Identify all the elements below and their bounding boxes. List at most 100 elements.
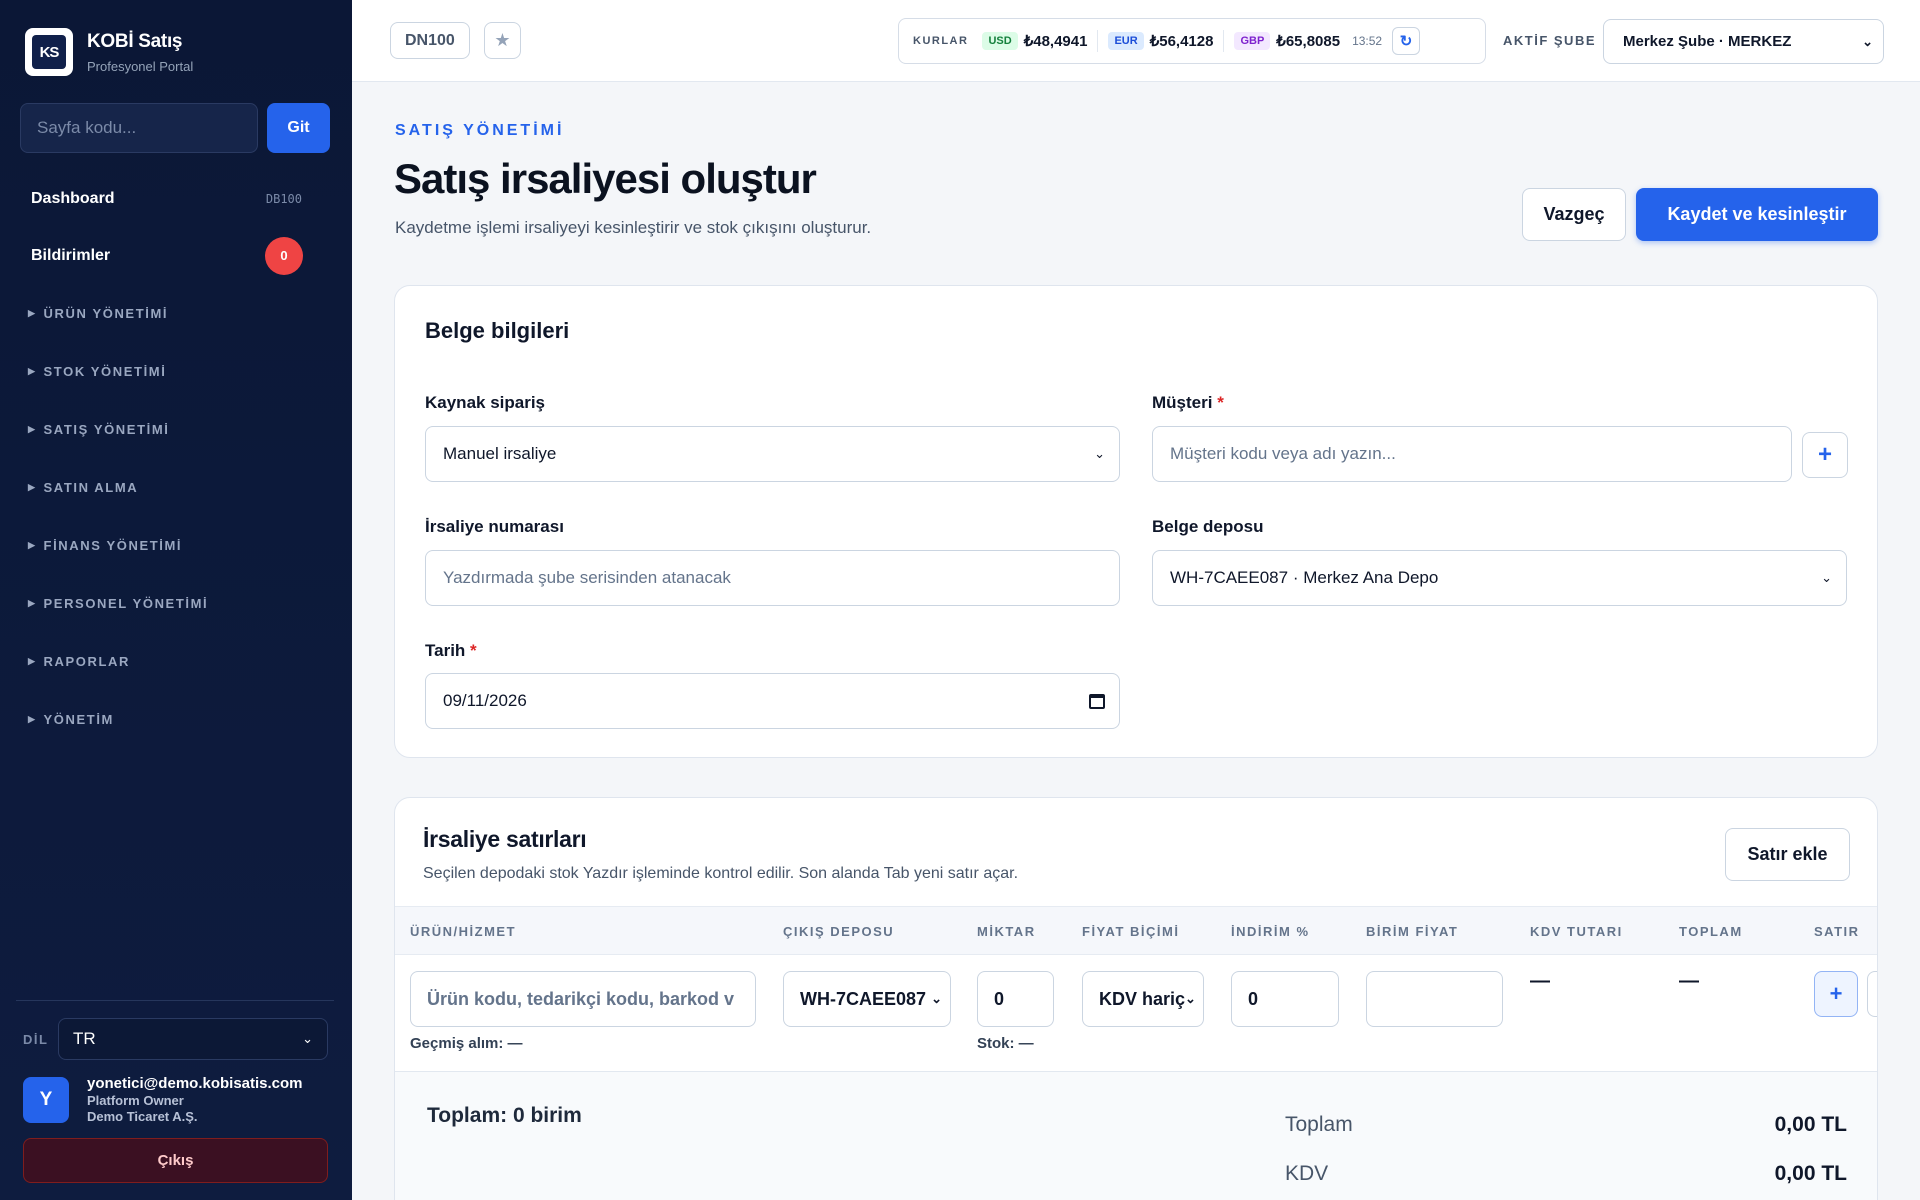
sidebar-section-finance[interactable]: ▶ FİNANS YÖNETİMİ [0,516,352,574]
cancel-button[interactable]: Vazgeç [1522,188,1626,241]
rate-gbp: GBP ₺65,8085 [1234,32,1340,50]
product-placeholder: Ürün kodu, tedarikçi kodu, barkod v [427,988,735,1009]
column-header-unit-price: BİRİM FİYAT [1366,924,1459,939]
total-units: Toplam: 0 birim [427,1104,582,1127]
customer-input[interactable]: Müşteri kodu veya adı yazın... [1152,426,1792,482]
go-button[interactable]: Git [267,103,330,153]
rate-eur: EUR ₺56,4128 [1108,32,1213,50]
favorite-star-icon[interactable]: ★ [484,22,521,59]
currency-tag: USD [982,32,1018,50]
sidebar-section-reports[interactable]: ▶ RAPORLAR [0,632,352,690]
waybill-number-input[interactable]: Yazdırmada şube serisinden atanacak [425,550,1120,606]
sidebar-nav: Dashboard DB100 Bildirimler 0 ▶ ÜRÜN YÖNE… [0,170,352,748]
sidebar-divider [16,1000,334,1001]
page-code-chip[interactable]: DN100 [390,22,470,59]
quantity-input[interactable]: 0 [977,971,1054,1027]
summary-total-label: Toplam [1285,1113,1353,1136]
sidebar-item-notifications[interactable]: Bildirimler 0 [0,227,352,284]
document-warehouse-select[interactable]: WH-7CAEE087 · Merkez Ana Depo ⌄ [1152,550,1847,606]
date-label: Tarih * [425,641,477,660]
exit-warehouse-select[interactable]: WH-7CAEE087 ⌄ [783,971,951,1027]
sidebar-section-purchasing[interactable]: ▶ SATIN ALMA [0,458,352,516]
currency-value: ₺56,4128 [1149,33,1214,50]
sidebar-item-dashboard[interactable]: Dashboard DB100 [0,170,352,227]
sidebar-section-label: SATIN ALMA [43,479,139,495]
price-type-select[interactable]: KDV hariç ⌄ [1082,971,1204,1027]
customer-placeholder: Müşteri kodu veya adı yazın... [1170,444,1396,463]
column-header-price-type: FİYAT BİÇİMİ [1082,924,1180,939]
branch-value: Merkez Şube · MERKEZ [1623,33,1792,50]
language-label: DİL [23,1031,49,1047]
vat-amount: — [1530,970,1550,992]
sidebar-section-label: FİNANS YÖNETİMİ [43,537,183,553]
row-total: — [1679,970,1699,992]
chevron-down-icon: ⌄ [302,1031,313,1046]
chevron-down-icon: ⌄ [931,991,942,1006]
caret-right-icon: ▶ [28,365,37,376]
quantity-value: 0 [994,988,1005,1009]
sidebar: KS KOBİ Satış Profesyonel Portal Git Das… [0,0,352,1200]
brand[interactable]: KS KOBİ Satış Profesyonel Portal [25,28,193,76]
chevron-down-icon: ⌄ [1821,570,1832,585]
summary-vat-value: 0,00 TL [1774,1162,1847,1185]
summary-vat-label: KDV [1285,1162,1329,1185]
page-title: Satış irsaliyesi oluştur [394,155,817,202]
caret-right-icon: ▶ [28,481,37,492]
card-title: Belge bilgileri [425,318,570,343]
stock-hint: Stok: — [977,1035,1034,1052]
sidebar-section-label: RAPORLAR [43,653,130,669]
caret-right-icon: ▶ [28,713,37,724]
column-header-warehouse: ÇIKIŞ DEPOSU [783,924,895,939]
dashboard-code: DB100 [265,191,302,206]
page-code-input[interactable] [20,103,258,153]
document-warehouse-value: WH-7CAEE087 · Merkez Ana Depo [1170,568,1439,587]
page-subtitle: Kaydetme işlemi irsaliyeyi kesinleştirir… [395,218,872,237]
price-type-value: KDV hariç [1099,988,1186,1009]
brand-title: KOBİ Satış [87,30,183,52]
discount-value: 0 [1248,988,1259,1009]
waybill-number-label: İrsaliye numarası [425,517,564,536]
add-customer-plus-icon[interactable]: + [1802,432,1848,478]
user-company: Demo Ticaret A.Ş. [87,1109,198,1125]
brand-logo: KS [25,28,73,76]
notification-count-badge: 0 [265,236,303,275]
discount-input[interactable]: 0 [1231,971,1339,1027]
date-input[interactable]: 09/11/2026 [425,673,1120,729]
column-header-product: ÜRÜN/HİZMET [410,924,517,939]
sidebar-section-stock[interactable]: ▶ STOK YÖNETİMİ [0,342,352,400]
sidebar-section-admin[interactable]: ▶ YÖNETİM [0,690,352,748]
summary-total-value: 0,00 TL [1774,1113,1847,1136]
add-line-plus-icon[interactable]: + [1814,971,1858,1017]
brand-subtitle: Profesyonel Portal [87,58,194,74]
column-header-vat: KDV TUTARI [1530,924,1623,939]
logo-mark: KS [32,35,66,69]
rates-time: 13:52 [1352,34,1383,48]
avatar: Y [23,1077,69,1123]
sidebar-section-sales[interactable]: ▶ SATIŞ YÖNETİMİ [0,400,352,458]
source-order-select[interactable]: Manuel irsaliye ⌄ [425,426,1120,482]
row-action-button[interactable] [1867,971,1877,1017]
unit-price-input[interactable] [1366,971,1503,1027]
language-value: TR [73,1029,96,1048]
calendar-icon[interactable] [1089,693,1105,709]
document-warehouse-label: Belge deposu [1152,517,1264,536]
add-row-button[interactable]: Satır ekle [1725,828,1850,881]
save-confirm-button[interactable]: Kaydet ve kesinleştir [1636,188,1878,241]
column-header-row: SATIR [1814,924,1860,939]
language-select[interactable]: TR ⌄ [58,1018,328,1060]
branch-select[interactable]: Merkez Şube · MERKEZ ⌄ [1603,19,1884,64]
summary-area [395,1072,1877,1200]
chevron-down-icon: ⌄ [1185,991,1196,1006]
waybill-lines-card: İrsaliye satırları Seçilen depodaki stok… [394,797,1878,1200]
product-search-input[interactable]: Ürün kodu, tedarikçi kodu, barkod v [410,971,756,1027]
logout-button[interactable]: Çıkış [23,1138,328,1183]
refresh-icon[interactable]: ↻ [1392,27,1421,55]
caret-right-icon: ▶ [28,597,37,608]
sidebar-section-products[interactable]: ▶ ÜRÜN YÖNETİMİ [0,284,352,342]
caret-right-icon: ▶ [28,307,37,318]
sidebar-section-label: ÜRÜN YÖNETİMİ [43,305,169,321]
customer-label: Müşteri * [1152,393,1224,412]
sidebar-section-label: YÖNETİM [43,711,114,727]
currency-tag: EUR [1108,32,1144,50]
sidebar-section-personnel[interactable]: ▶ PERSONEL YÖNETİMİ [0,574,352,632]
